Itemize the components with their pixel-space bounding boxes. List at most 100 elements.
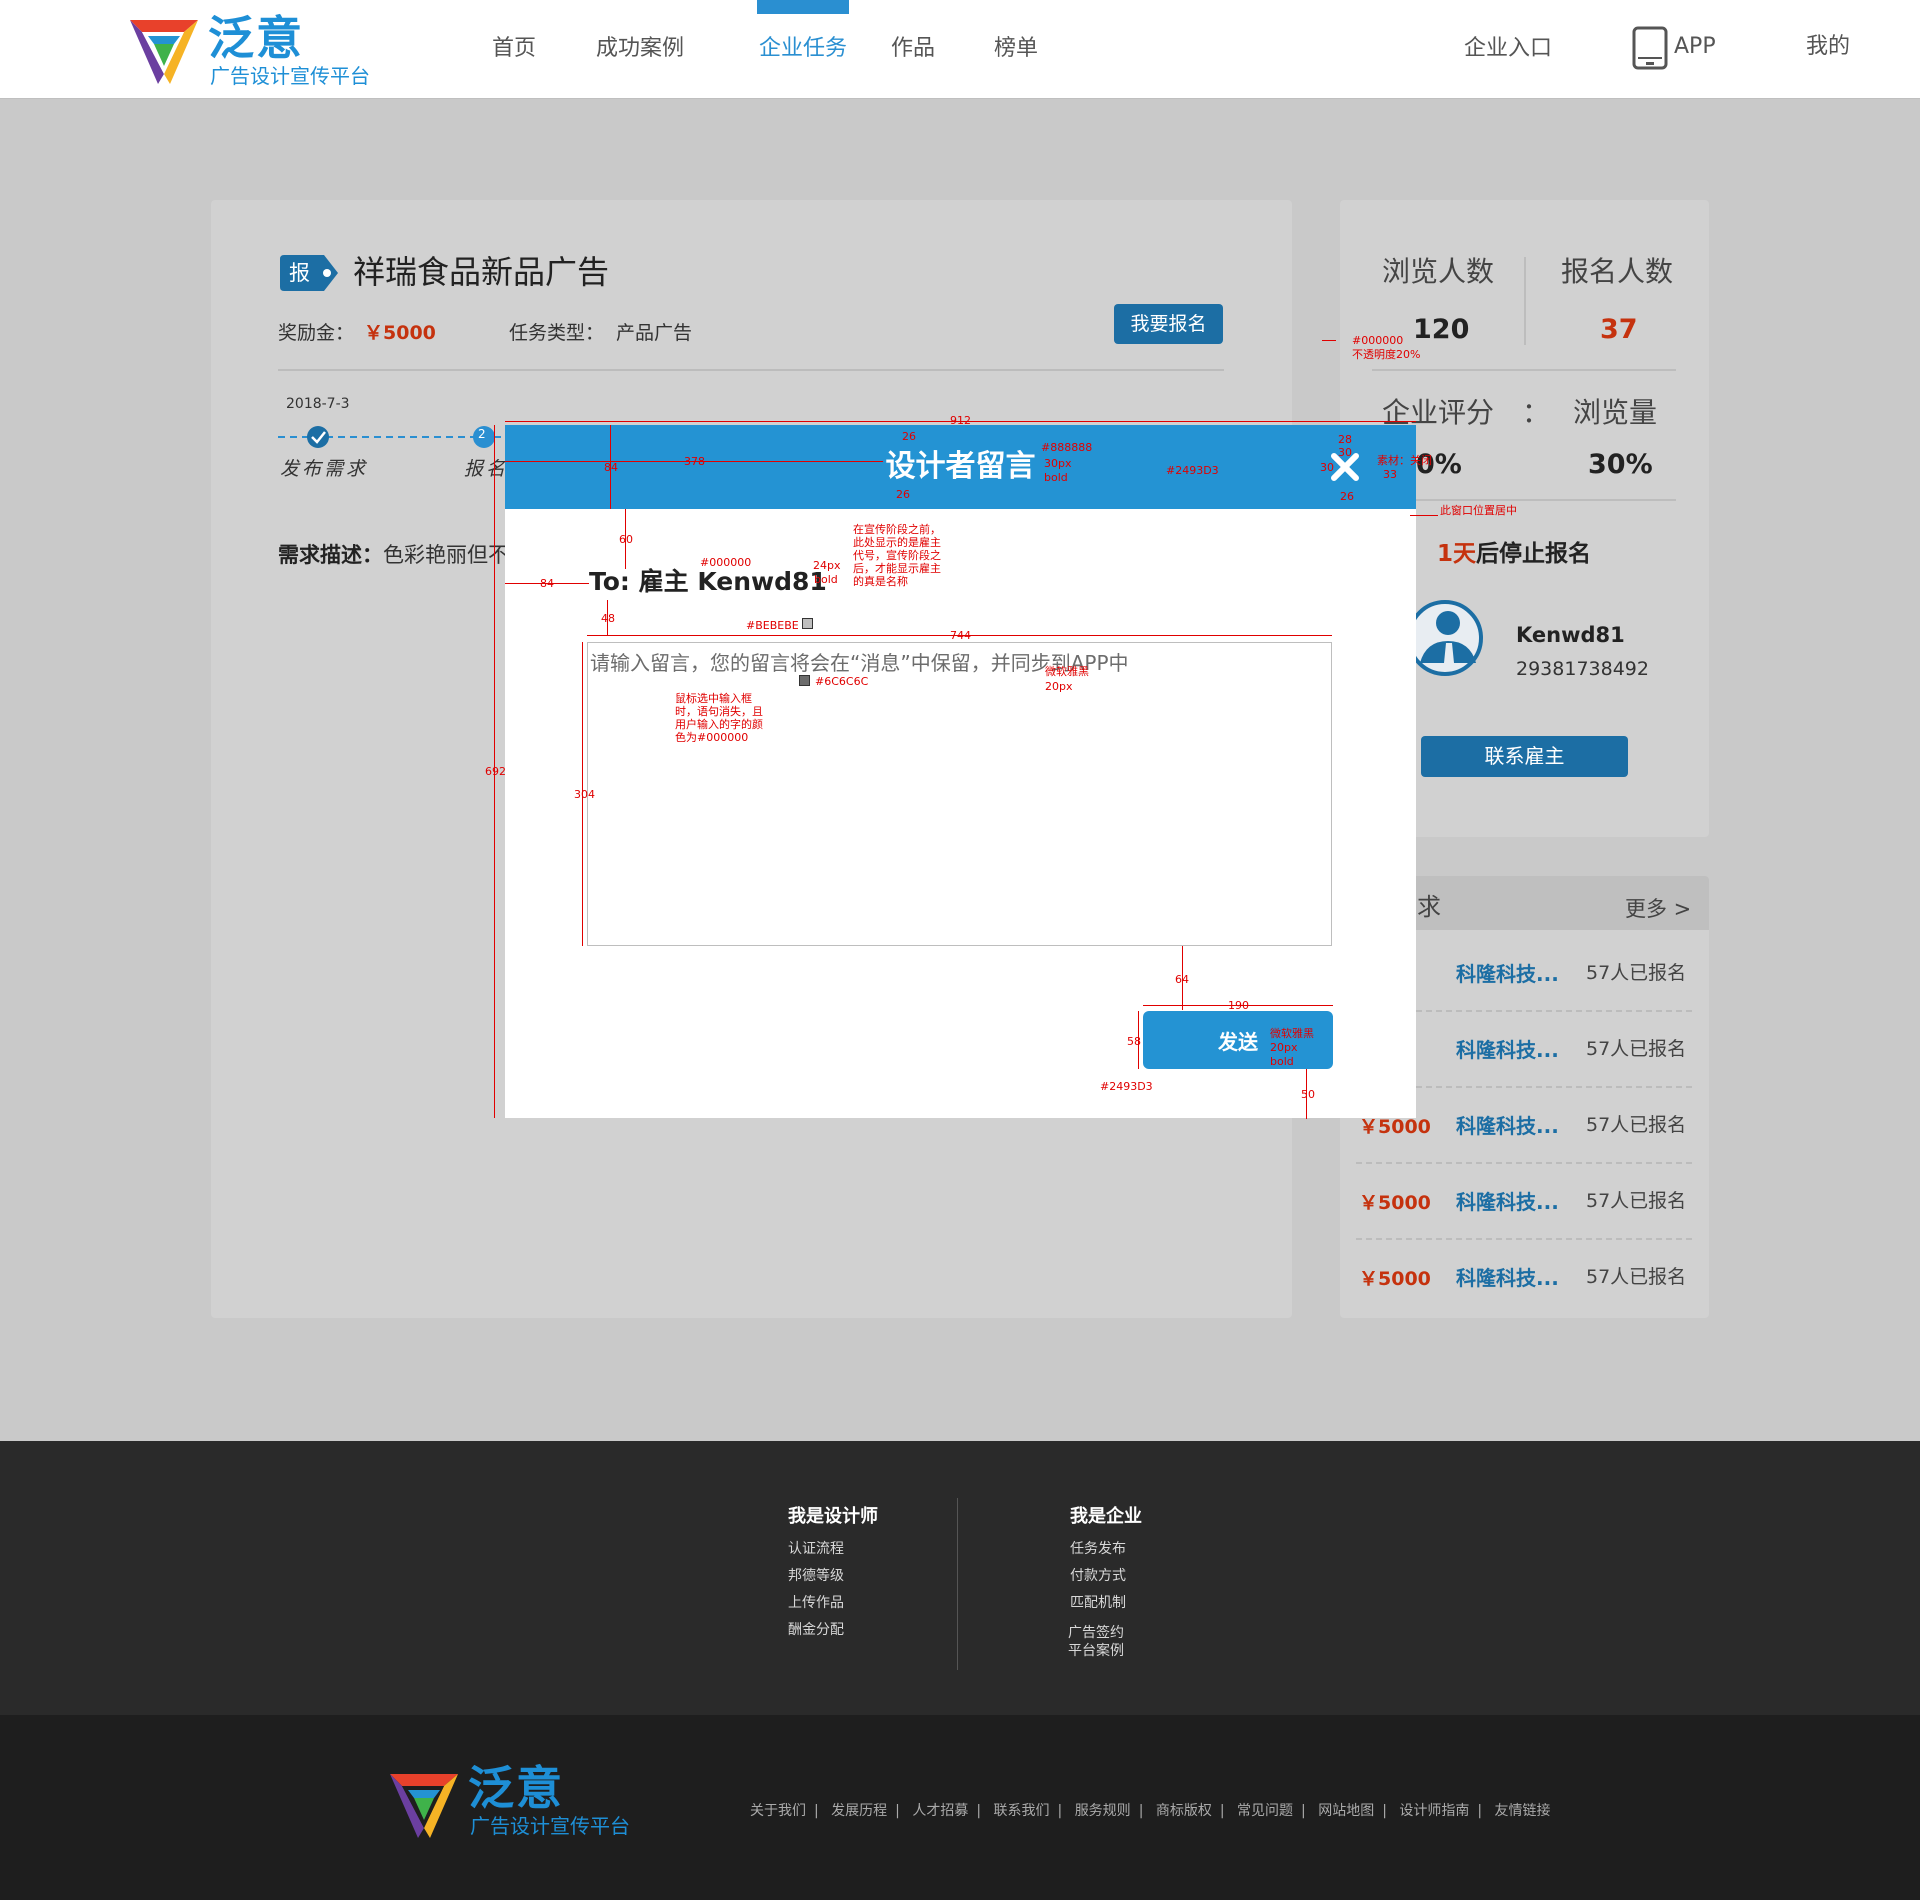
bottom-gap-label: 26 bbox=[896, 488, 910, 501]
timeline-label-publish: 发布需求 bbox=[280, 458, 369, 480]
pageviews-label: 浏览量 bbox=[1573, 396, 1658, 429]
stats-separator bbox=[1524, 257, 1526, 345]
nav-mine[interactable]: 我的 bbox=[1806, 32, 1850, 62]
contact-employer-button[interactable]: 联系雇主 bbox=[1421, 736, 1628, 777]
request-company[interactable]: 科隆科技... bbox=[1456, 1186, 1559, 1215]
signup-countdown: 1天后停止报名 bbox=[1437, 538, 1591, 570]
modal-height-label: 692 bbox=[485, 765, 506, 778]
request-company[interactable]: 科隆科技... bbox=[1456, 1110, 1559, 1139]
top-gap-label: 26 bbox=[902, 430, 916, 443]
overlay-opacity-note: 不透明度20% bbox=[1352, 348, 1421, 361]
recipient-label: To: 雇主 Kenwd81 bbox=[589, 567, 827, 596]
task-type-label: 任务类型： bbox=[509, 322, 605, 344]
footer-logo[interactable]: 泛意 广告设计宣传平台 bbox=[384, 1760, 664, 1844]
footer-link[interactable]: 邦德等级 bbox=[788, 1567, 844, 1585]
requirement-label: 需求描述： bbox=[278, 543, 383, 567]
pageviews-value: 30% bbox=[1588, 449, 1653, 480]
footer-bottom-link[interactable]: 服务规则 bbox=[1075, 1803, 1131, 1819]
footer-logo-title: 泛意 bbox=[468, 1761, 564, 1815]
annotation-line bbox=[1410, 515, 1438, 516]
to-gap-label: 60 bbox=[619, 533, 633, 546]
close-bottom-label: 26 bbox=[1340, 490, 1354, 503]
timeline-label-signup: 报名 bbox=[464, 458, 509, 480]
footer-designer-title: 我是设计师 bbox=[788, 1506, 878, 1527]
bar-height-label: 84 bbox=[604, 461, 618, 474]
request-company[interactable]: 科隆科技... bbox=[1456, 1034, 1559, 1063]
title-weight-note: bold bbox=[1044, 471, 1068, 484]
footer-logo-mark-icon bbox=[390, 1774, 458, 1838]
request-company[interactable]: 科隆科技... bbox=[1456, 1262, 1559, 1291]
requirement-description: 需求描述：色彩艳丽但不 bbox=[278, 540, 509, 570]
nav-app[interactable]: APP bbox=[1674, 32, 1716, 62]
footer-link[interactable]: 广告签约 bbox=[1068, 1624, 1124, 1642]
placeholder-color-swatch bbox=[799, 675, 810, 686]
close-size-b-label: 30 bbox=[1320, 461, 1334, 474]
footer-bottom-link[interactable]: 网站地图 bbox=[1318, 1803, 1374, 1819]
footer-link[interactable]: 任务发布 bbox=[1070, 1540, 1126, 1558]
footer-bottom-link[interactable]: 商标版权 bbox=[1156, 1803, 1212, 1819]
to-color-note: #000000 bbox=[700, 556, 752, 569]
signup-tag-text: 报 bbox=[289, 261, 310, 285]
footer-link[interactable]: 付款方式 bbox=[1070, 1567, 1126, 1585]
nav-rankings[interactable]: 榜单 bbox=[994, 34, 1038, 64]
site-logo[interactable]: 泛意 广告设计宣传平台 bbox=[124, 10, 384, 90]
request-row[interactable]: ￥5000 科隆科技... 57人已报名 bbox=[1356, 1240, 1692, 1316]
task-title: 祥瑞食品新品广告 bbox=[353, 253, 610, 291]
logo-title: 泛意 bbox=[208, 11, 304, 65]
views-label: 浏览人数 bbox=[1382, 255, 1495, 288]
footer-bottom-links: 关于我们 | 发展历程 | 人才招募 | 联系我们 | 服务规则 | 商标版权 | 常见问题… bbox=[750, 1803, 1551, 1819]
nav-works[interactable]: 作品 bbox=[891, 34, 935, 64]
footer-bottom-link[interactable]: 发展历程 bbox=[831, 1803, 887, 1819]
footer-bottom-link[interactable]: 联系我们 bbox=[994, 1803, 1050, 1819]
title-font-note: 30px bbox=[1044, 457, 1072, 470]
centered-note: 此窗口位置居中 bbox=[1440, 504, 1517, 517]
request-signup-count: 57人已报名 bbox=[1586, 1190, 1687, 1212]
tablet-icon[interactable] bbox=[1632, 26, 1668, 70]
footer-link[interactable]: 认证流程 bbox=[788, 1540, 844, 1558]
title-offset-label: 378 bbox=[684, 455, 705, 468]
footer-bottom-link[interactable]: 人才招募 bbox=[912, 1803, 968, 1819]
nav-active-indicator bbox=[757, 0, 849, 14]
footer-bottom-link[interactable]: 设计师指南 bbox=[1399, 1803, 1469, 1819]
send-font-note: 微软雅黑 bbox=[1270, 1027, 1314, 1040]
box-height-label: 304 bbox=[574, 788, 595, 801]
reward-label: 奖励金： bbox=[278, 322, 355, 344]
message-input[interactable] bbox=[587, 642, 1332, 946]
send-button[interactable]: 发送 bbox=[1143, 1011, 1333, 1069]
signups-value: 37 bbox=[1600, 314, 1638, 345]
footer-link[interactable]: 平台案例 bbox=[1068, 1642, 1124, 1660]
more-link[interactable]: 更多 > bbox=[1625, 893, 1691, 923]
footer-bottom-link[interactable]: 常见问题 bbox=[1237, 1803, 1293, 1819]
close-size-c-label: 33 bbox=[1383, 468, 1397, 481]
request-company[interactable]: 科隆科技... bbox=[1456, 958, 1559, 987]
send-color-note: #2493D3 bbox=[1100, 1080, 1153, 1093]
footer-link[interactable]: 匹配机制 bbox=[1070, 1594, 1126, 1612]
footer-bottom-link[interactable]: 关于我们 bbox=[750, 1803, 806, 1819]
border-color-swatch bbox=[802, 618, 813, 629]
close-asset-note: 素材：关闭 bbox=[1377, 454, 1432, 467]
requirement-text: 色彩艳丽但不 bbox=[383, 543, 509, 567]
send-height-label: 58 bbox=[1127, 1035, 1141, 1048]
footer-link[interactable]: 上传作品 bbox=[788, 1594, 844, 1612]
designer-message-modal: 设计者留言 To: 雇主 Kenwd81 发送 bbox=[505, 425, 1416, 1118]
nav-home[interactable]: 首页 bbox=[492, 34, 536, 64]
close-top-label: 28 bbox=[1338, 433, 1352, 446]
employer-phone: 29381738492 bbox=[1516, 658, 1649, 680]
request-signup-count: 57人已报名 bbox=[1586, 1038, 1687, 1060]
close-size-a-label: 30 bbox=[1338, 446, 1352, 459]
footer-bottom-link[interactable]: 友情链接 bbox=[1495, 1803, 1551, 1819]
signup-button[interactable]: 我要报名 bbox=[1114, 304, 1223, 344]
nav-cases[interactable]: 成功案例 bbox=[596, 34, 684, 64]
footer-separator bbox=[957, 1498, 958, 1670]
stats-divider-2 bbox=[1372, 499, 1676, 501]
footer-link[interactable]: 酬金分配 bbox=[788, 1621, 844, 1639]
employer-name: Kenwd81 bbox=[1516, 623, 1625, 647]
footer-logo-subtitle: 广告设计宣传平台 bbox=[470, 1814, 630, 1838]
annotation-line bbox=[1322, 340, 1336, 341]
request-row[interactable]: ￥5000 科隆科技... 57人已报名 bbox=[1356, 1164, 1692, 1240]
nav-enterprise-tasks[interactable]: 企业任务 bbox=[759, 34, 847, 64]
nav-enterprise-entry[interactable]: 企业入口 bbox=[1464, 34, 1552, 64]
footer-enterprise-title: 我是企业 bbox=[1070, 1506, 1142, 1527]
placeholder-font-note: 微软雅黑 bbox=[1045, 665, 1089, 678]
bar-color-note: #2493D3 bbox=[1166, 464, 1219, 477]
